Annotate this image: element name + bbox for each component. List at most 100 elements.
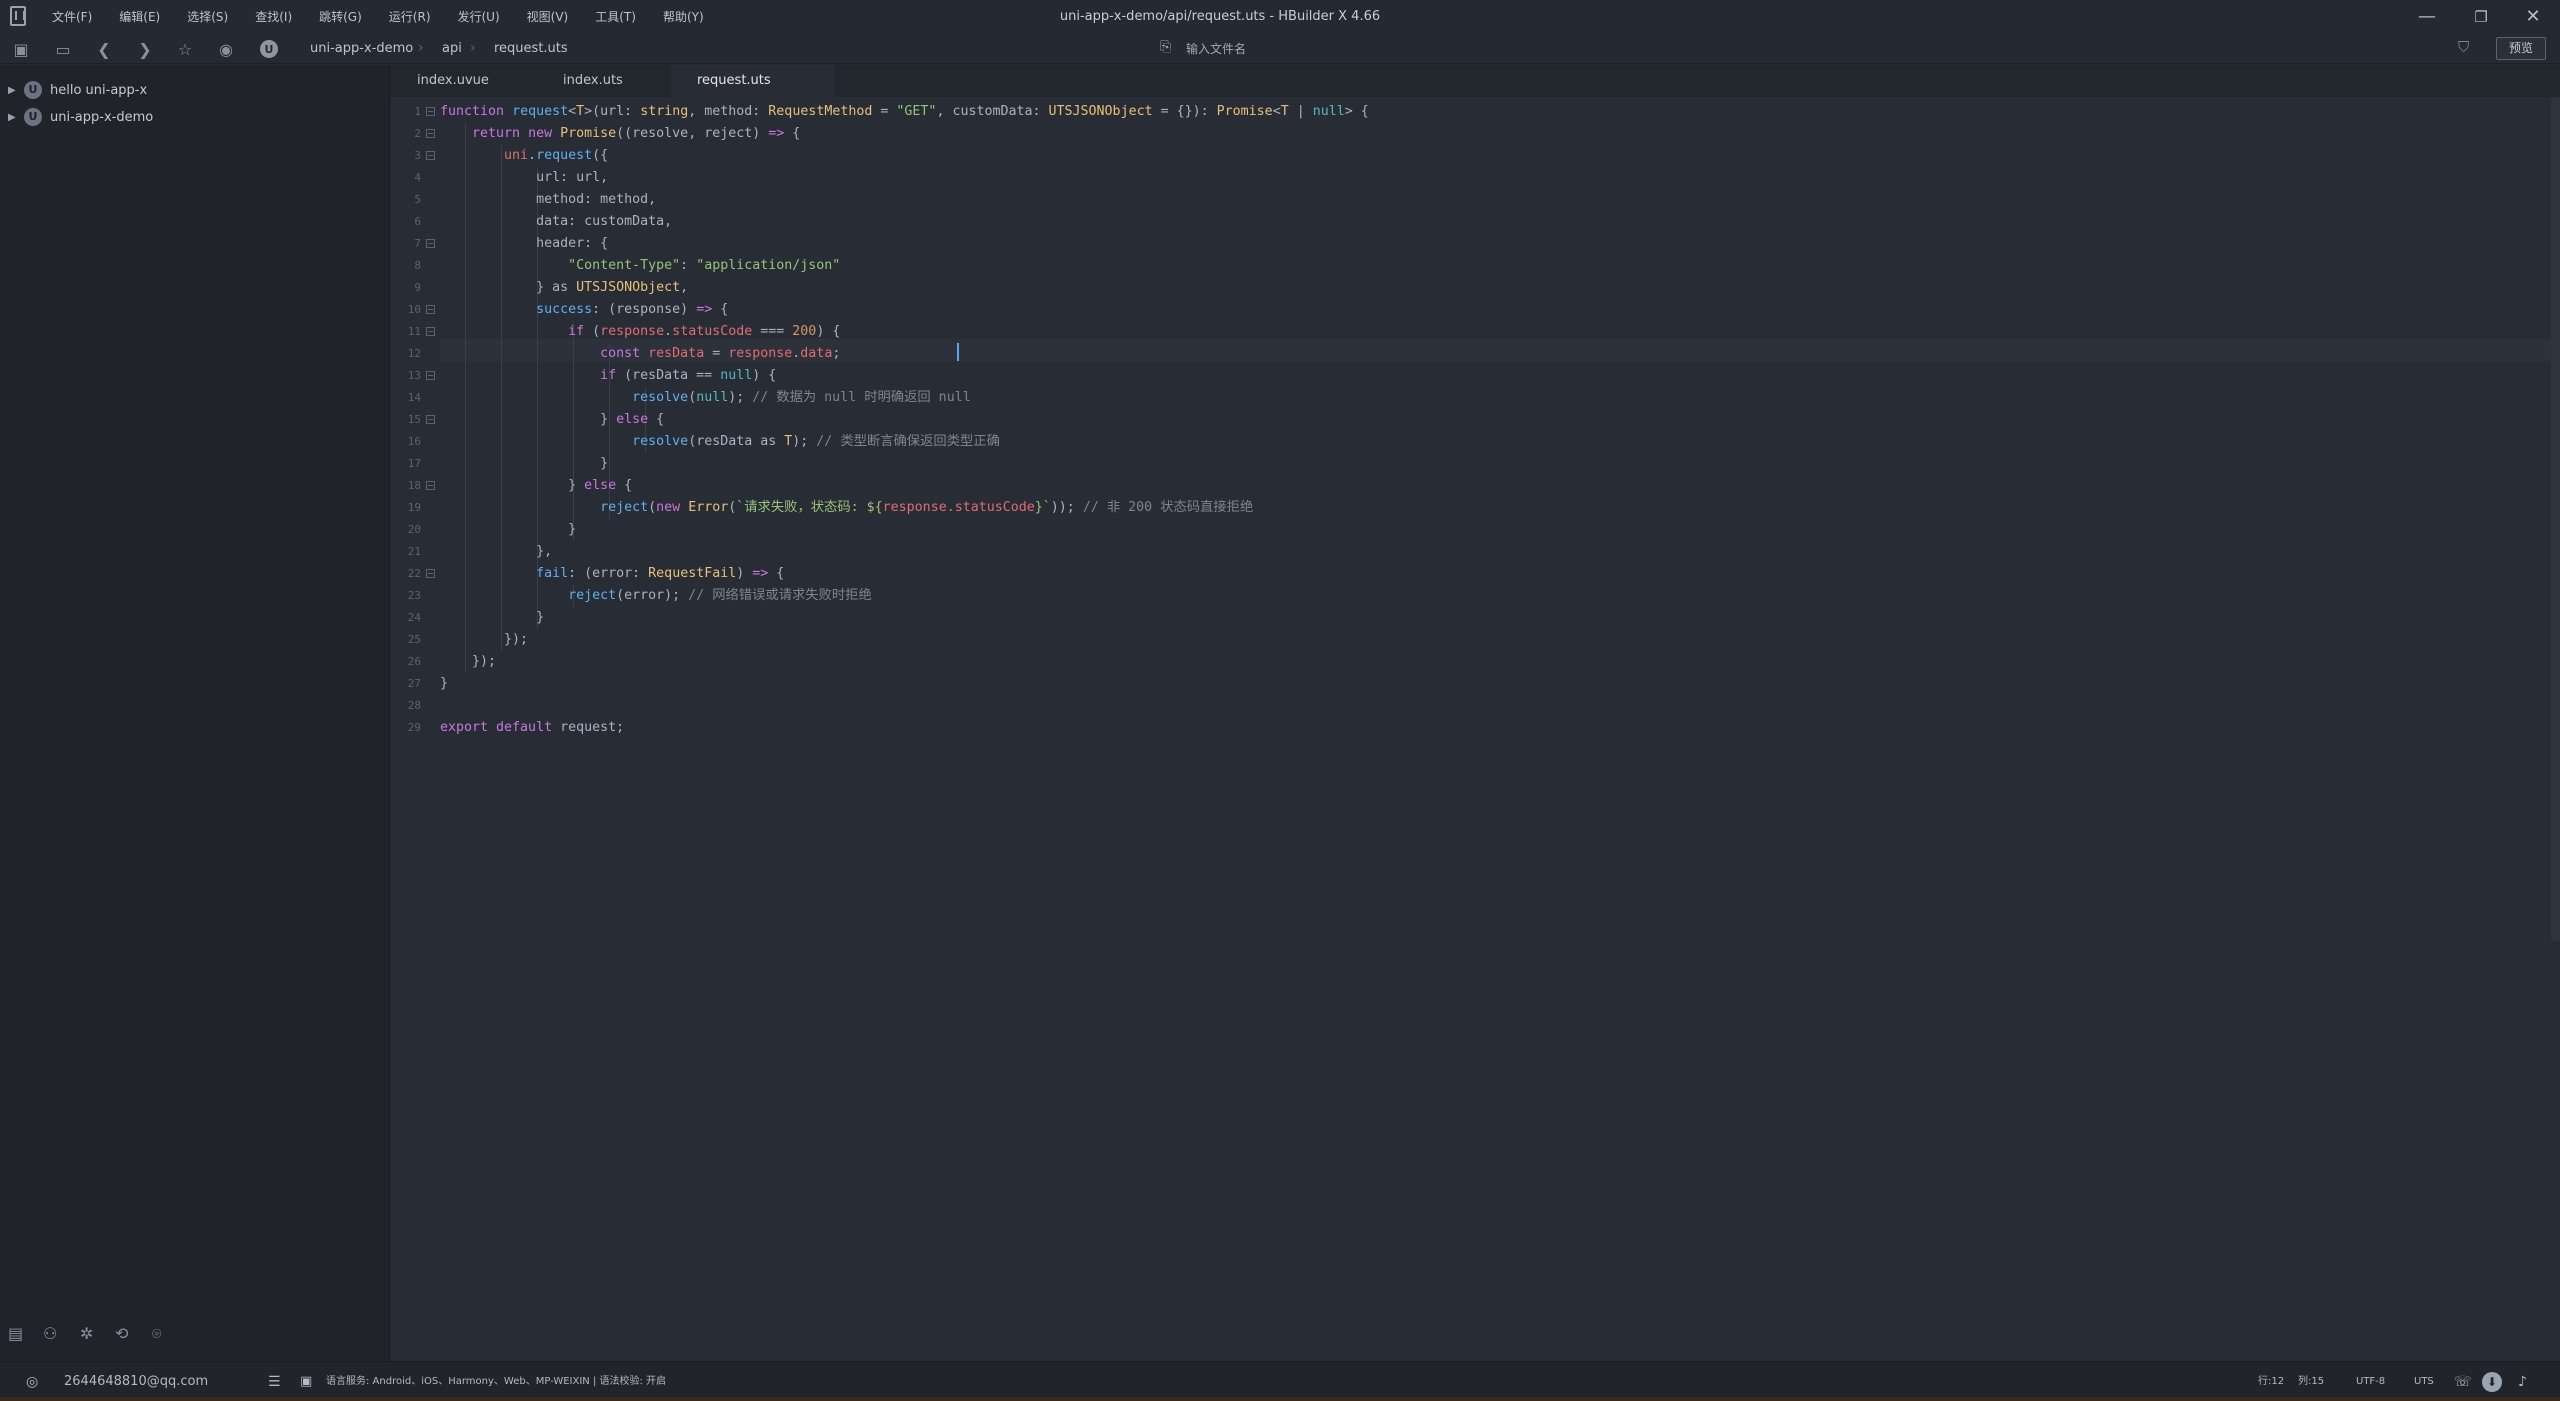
plugin-icon[interactable]: ⌾: [152, 1324, 162, 1344]
line-number: 24: [407, 611, 421, 624]
fold-toggle-icon[interactable]: −: [426, 569, 435, 578]
run-icon[interactable]: ◉: [215, 38, 237, 60]
filter-icon[interactable]: ⛉: [2458, 38, 2469, 56]
menu-item[interactable]: 选择(S): [187, 8, 228, 25]
menu-item[interactable]: 查找(I): [255, 8, 292, 25]
code-line[interactable]: const resData = response.data;: [440, 343, 840, 365]
file-language[interactable]: UTS: [2414, 1362, 2434, 1401]
tab-request-uts[interactable]: request.uts: [671, 65, 835, 97]
line-number: 13: [407, 369, 421, 382]
code-token: (: [648, 500, 657, 515]
breadcrumb-item-folder[interactable]: api: [442, 33, 462, 64]
menu-item[interactable]: 运行(R): [389, 8, 431, 25]
fold-toggle-icon[interactable]: −: [426, 239, 435, 248]
menu-item[interactable]: 文件(F): [52, 8, 92, 25]
code-token: ) {: [816, 324, 841, 339]
code-line[interactable]: data: customData,: [440, 211, 672, 233]
cursor-column[interactable]: 列:15: [2298, 1362, 2324, 1401]
new-file-icon[interactable]: ▣: [10, 38, 32, 60]
menu-item[interactable]: 工具(T): [595, 8, 636, 25]
breadcrumb-item-project[interactable]: uni-app-x-demo: [310, 33, 413, 64]
code-line[interactable]: if (resData == null) {: [440, 365, 776, 387]
code-line[interactable]: resolve(null); // 数据为 null 时明确返回 null: [440, 387, 971, 409]
code-line[interactable]: success: (response) => {: [440, 299, 728, 321]
vertical-scrollbar[interactable]: [2551, 97, 2560, 941]
account-email[interactable]: 2644648810@qq.com: [64, 1362, 208, 1401]
breadcrumb-item-file[interactable]: request.uts: [494, 33, 568, 64]
fold-toggle-icon[interactable]: −: [426, 481, 435, 490]
menu-bar: 文件(F) 编辑(E) 选择(S) 查找(I) 跳转(G) 运行(R) 发行(U) 视图(V)…: [52, 0, 731, 33]
project-manager-icon[interactable]: ▤: [8, 1324, 23, 1343]
source-control-icon[interactable]: ⟲: [115, 1324, 128, 1343]
account-icon[interactable]: ◎: [26, 1362, 38, 1401]
project-item[interactable]: ▶ U uni-app-x-demo: [0, 104, 390, 130]
chevron-right-icon[interactable]: ▶: [8, 112, 18, 123]
console-icon[interactable]: ▣: [300, 1362, 312, 1401]
debug-bug-icon[interactable]: ✲: [80, 1324, 93, 1343]
menu-item[interactable]: 发行(U): [458, 8, 500, 25]
code-line[interactable]: header: {: [440, 233, 608, 255]
code-line[interactable]: } else {: [440, 475, 632, 497]
fold-toggle-icon[interactable]: −: [426, 327, 435, 336]
code-line[interactable]: function request<T>(url: string, method:…: [440, 101, 1369, 123]
close-button[interactable]: ✕: [2506, 0, 2560, 33]
file-encoding[interactable]: UTF-8: [2356, 1362, 2385, 1401]
cursor-row[interactable]: 行:12: [2258, 1362, 2284, 1401]
code-line[interactable]: },: [440, 541, 552, 563]
binoculars-icon[interactable]: ⚇: [43, 1324, 57, 1343]
minimize-button[interactable]: —: [2400, 0, 2454, 33]
tab-index-uvue[interactable]: index.uvue: [391, 65, 515, 97]
forward-arrow-icon[interactable]: ❯: [134, 38, 156, 60]
code-token: }`: [1034, 500, 1051, 515]
tab-index-uts[interactable]: index.uts: [537, 65, 649, 97]
fold-toggle-icon[interactable]: −: [426, 305, 435, 314]
project-item[interactable]: ▶ U hello uni-app-x: [0, 77, 390, 103]
code-line[interactable]: }: [440, 519, 576, 541]
code-line[interactable]: if (response.statusCode === 200) {: [440, 321, 840, 343]
save-icon[interactable]: ▭: [52, 38, 74, 60]
code-token: (: [688, 390, 697, 405]
file-search-input[interactable]: [1186, 37, 1686, 61]
download-icon[interactable]: ⬇: [2482, 1372, 2502, 1392]
chevron-right-icon[interactable]: ▶: [8, 85, 18, 96]
menu-item[interactable]: 视图(V): [527, 8, 569, 25]
outline-list-icon[interactable]: ☰: [268, 1362, 281, 1401]
notification-bell-icon[interactable]: ♪: [2518, 1362, 2527, 1401]
code-line[interactable]: reject(error); // 网络错误或请求失败时拒绝: [440, 585, 872, 607]
code-line[interactable]: method: method,: [440, 189, 656, 211]
code-line[interactable]: } else {: [440, 409, 664, 431]
line-number: 18: [407, 479, 421, 492]
code-line[interactable]: }: [440, 453, 608, 475]
code-line[interactable]: export default request;: [440, 717, 624, 739]
menu-item[interactable]: 帮助(Y): [663, 8, 704, 25]
chat-icon[interactable]: ☏: [2454, 1362, 2472, 1401]
code-editor[interactable]: 1 2 3 4 5 6 7 8 9 10 11 12 13 14 15 16 17 18 19 20 21 22 23 24 2…: [391, 97, 2560, 1361]
fold-toggle-icon[interactable]: −: [426, 107, 435, 116]
code-line[interactable]: fail: (error: RequestFail) => {: [440, 563, 784, 585]
code-line[interactable]: });: [440, 651, 496, 673]
code-line[interactable]: } as UTSJSONObject,: [440, 277, 688, 299]
menu-item[interactable]: 编辑(E): [119, 8, 160, 25]
code-line[interactable]: return new Promise((resolve, reject) => …: [440, 123, 800, 145]
code-line[interactable]: }: [440, 607, 544, 629]
fold-toggle-icon[interactable]: −: [426, 129, 435, 138]
code-line[interactable]: uni.request({: [440, 145, 608, 167]
code-line[interactable]: }: [440, 673, 448, 695]
code-line[interactable]: });: [440, 629, 528, 651]
code-token: ({: [592, 148, 609, 163]
code-token: =: [704, 346, 729, 361]
fold-toggle-icon[interactable]: −: [426, 151, 435, 160]
star-icon[interactable]: ☆: [174, 38, 196, 60]
menu-item[interactable]: 跳转(G): [319, 8, 362, 25]
preview-button[interactable]: 预览: [2496, 37, 2546, 60]
code-token: UTSJSONObject: [576, 280, 681, 295]
language-service-status[interactable]: 语言服务: Android、iOS、Harmony、Web、MP-WEIXIN …: [326, 1362, 666, 1401]
code-line[interactable]: reject(new Error(`请求失败，状态码: ${response.s…: [440, 497, 1253, 519]
fold-toggle-icon[interactable]: −: [426, 371, 435, 380]
restore-button[interactable]: ❐: [2454, 0, 2508, 33]
code-line[interactable]: url: url,: [440, 167, 608, 189]
fold-toggle-icon[interactable]: −: [426, 415, 435, 424]
code-line[interactable]: "Content-Type": "application/json": [440, 255, 840, 277]
code-line[interactable]: resolve(resData as T); // 类型断言确保返回类型正确: [440, 431, 1000, 453]
back-arrow-icon[interactable]: ❮: [93, 38, 115, 60]
